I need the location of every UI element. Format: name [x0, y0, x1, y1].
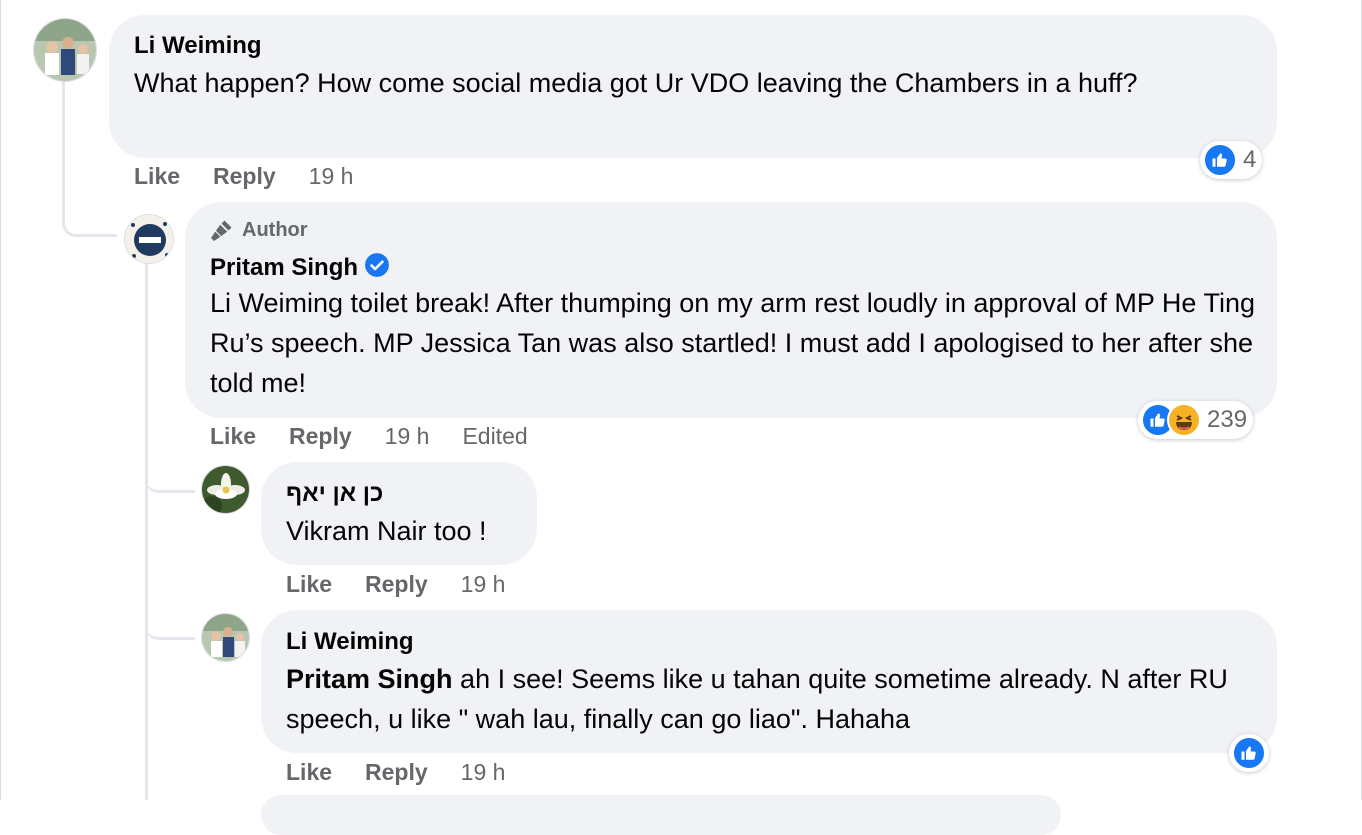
comment-actions: Like Reply 19 h — [134, 163, 386, 190]
like-button[interactable]: Like — [286, 571, 332, 598]
reply-button[interactable]: Reply — [365, 571, 428, 598]
avatar[interactable] — [124, 214, 174, 264]
thread-connector-3 — [145, 590, 195, 640]
thread-line-replies — [145, 264, 148, 800]
reaction-count: 239 — [1207, 406, 1248, 433]
comment-text: Li Weiming toilet break! After thumping … — [210, 288, 1255, 398]
thread-connector-2 — [145, 440, 195, 493]
mention-link[interactable]: Pritam Singh — [286, 664, 453, 694]
avatar-photo-icon — [34, 19, 96, 81]
comment-author[interactable]: Li Weiming — [286, 628, 414, 656]
timestamp[interactable]: 19 h — [385, 423, 430, 450]
reaction-summary[interactable] — [1229, 734, 1269, 772]
comment-text: What happen? How come social media got U… — [134, 68, 1138, 98]
comment-actions: Like Reply 19 h — [286, 759, 538, 786]
comment-actions: Like Reply 19 h — [286, 571, 538, 598]
verified-badge-icon — [364, 252, 390, 285]
comment-author-name[interactable]: Pritam Singh — [210, 254, 358, 281]
like-button[interactable]: Like — [286, 759, 332, 786]
like-reaction-icon — [1203, 143, 1237, 177]
reaction-count: 4 — [1243, 146, 1257, 173]
left-border — [0, 0, 1, 800]
comment-author[interactable]: כן אן יאף — [286, 480, 383, 508]
edited-label: Edited — [462, 423, 528, 449]
avatar-logo-icon — [125, 215, 173, 263]
comment-actions: Like Reply 19 h Edited — [210, 423, 561, 450]
like-button[interactable]: Like — [134, 163, 180, 190]
avatar[interactable] — [201, 613, 250, 662]
like-button[interactable]: Like — [210, 423, 256, 450]
comment-text: Vikram Nair too ! — [286, 516, 487, 546]
reply-button[interactable]: Reply — [289, 423, 352, 450]
comment-author[interactable]: Li Weiming — [134, 32, 262, 60]
comment-text: Pritam Singh ah I see! Seems like u taha… — [286, 659, 1246, 739]
timestamp[interactable]: 19 h — [461, 759, 506, 786]
author-badge-label: Author — [242, 218, 308, 241]
avatar[interactable] — [33, 18, 97, 82]
next-comment-bubble-partial — [261, 795, 1061, 835]
like-reaction-icon — [1232, 736, 1266, 770]
avatar-flower-icon — [202, 466, 249, 513]
reply-button[interactable]: Reply — [365, 759, 428, 786]
avatar[interactable] — [201, 465, 250, 514]
haha-reaction-icon — [1167, 403, 1201, 437]
reaction-summary[interactable]: 239 — [1138, 401, 1254, 439]
timestamp[interactable]: 19 h — [309, 163, 354, 190]
microphone-icon — [211, 220, 232, 241]
author-badge: Author — [210, 218, 308, 242]
reaction-summary[interactable]: 4 — [1200, 141, 1263, 179]
comment-author[interactable]: Pritam Singh — [210, 252, 390, 285]
reply-button[interactable]: Reply — [213, 163, 276, 190]
avatar-photo-icon — [202, 614, 249, 661]
timestamp[interactable]: 19 h — [461, 571, 506, 598]
